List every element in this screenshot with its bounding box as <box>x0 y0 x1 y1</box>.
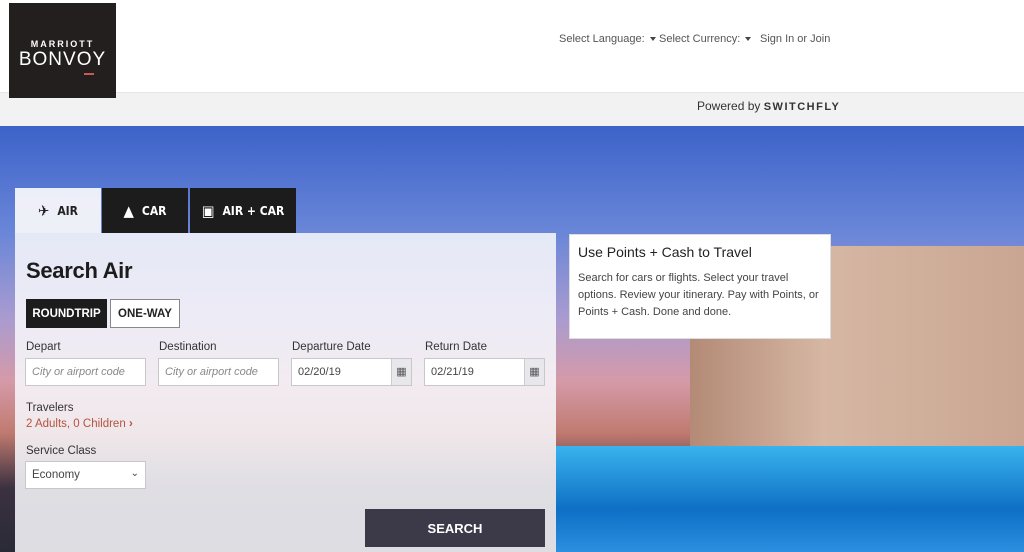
service-class-label: Service Class <box>26 445 97 457</box>
service-class-select[interactable]: Economy ⌄ <box>25 461 146 489</box>
info-box: Use Points + Cash to Travel Search for c… <box>569 234 831 339</box>
depart-input[interactable]: City or airport code <box>25 358 146 386</box>
destination-input[interactable]: City or airport code <box>158 358 279 386</box>
travelers-selector[interactable]: 2 Adults, 0 Children › <box>26 418 133 430</box>
departure-date-input[interactable]: 02/20/19 ▦ <box>291 358 412 386</box>
calendar-icon[interactable]: ▦ <box>524 359 544 385</box>
sub-bar <box>0 92 1024 126</box>
caret-down-icon <box>745 37 752 42</box>
info-title: Use Points + Cash to Travel <box>578 244 752 260</box>
calendar-icon[interactable]: ▦ <box>391 359 411 385</box>
destination-label: Destination <box>159 341 217 353</box>
travelers-label: Travelers <box>26 402 74 414</box>
currency-select[interactable]: Select Currency: <box>659 33 752 45</box>
powered-by: Powered by SWITCHFLY <box>697 99 841 113</box>
departure-date-label: Departure Date <box>292 341 371 353</box>
tab-air[interactable]: ✈ AIR <box>15 188 101 233</box>
chevron-down-icon: ⌄ <box>130 468 139 479</box>
chevron-right-icon: › <box>128 418 133 430</box>
one-way-button[interactable]: ONE-WAY <box>110 299 180 328</box>
info-body: Search for cars or flights. Select your … <box>578 272 819 318</box>
language-select[interactable]: Select Language: <box>559 33 656 45</box>
search-button[interactable]: SEARCH <box>365 509 545 547</box>
sign-in-link[interactable]: Sign In or Join <box>760 33 830 45</box>
tab-air-car[interactable]: ▣ AIR + CAR <box>190 188 296 233</box>
page-title: Search Air <box>26 258 133 283</box>
plane-icon: ✈ <box>38 201 50 220</box>
marriott-bonvoy-logo[interactable]: MARRIOTT BONVOY <box>9 3 116 98</box>
return-date-input[interactable]: 02/21/19 ▦ <box>424 358 545 386</box>
header <box>0 0 1024 92</box>
road-icon: ▲ <box>123 201 134 220</box>
roundtrip-button[interactable]: ROUNDTRIP <box>26 299 107 328</box>
depart-label: Depart <box>26 341 61 353</box>
return-date-label: Return Date <box>425 341 488 353</box>
tab-car[interactable]: ▲ CAR <box>102 188 188 233</box>
caret-down-icon <box>649 37 656 42</box>
suitcase-icon: ▣ <box>201 201 215 220</box>
